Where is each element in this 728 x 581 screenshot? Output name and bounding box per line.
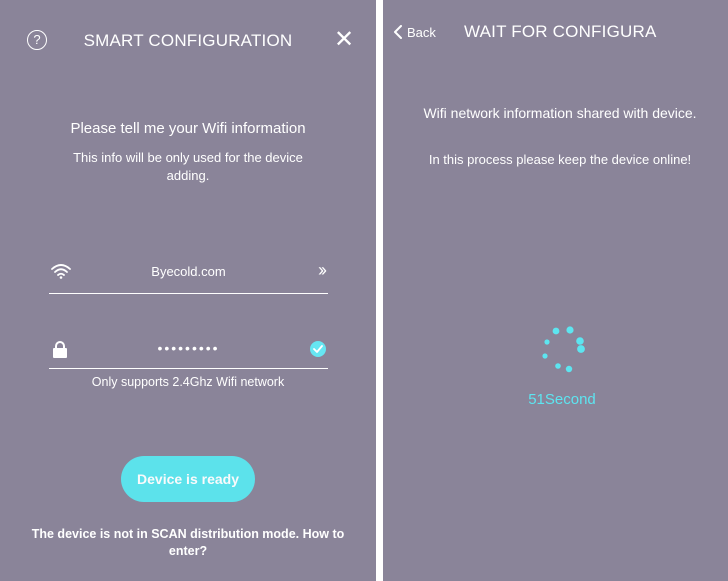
smart-configuration-screen: ? SMART CONFIGURATION ✕ Please tell me y…	[0, 0, 376, 581]
wifi-ssid: Byecold.com	[151, 264, 226, 279]
scan-mode-help-link[interactable]: The device is not in SCAN distribution m…	[16, 526, 360, 560]
lock-icon	[53, 341, 67, 358]
loading-spinner-icon	[542, 326, 585, 373]
keep-online-message: In this process please keep the device o…	[428, 152, 692, 167]
back-button[interactable]: Back	[393, 22, 436, 42]
check-icon	[310, 341, 326, 357]
wait-for-configuration-screen: Back WAIT FOR CONFIGURA Wifi network inf…	[383, 0, 728, 581]
chevron-right-double-icon[interactable]: ››	[318, 259, 327, 281]
shared-message: Wifi network information shared with dev…	[423, 105, 697, 121]
device-ready-button[interactable]: Device is ready	[121, 456, 255, 502]
page-title: SMART CONFIGURATION	[83, 31, 293, 50]
back-label: Back	[407, 24, 436, 40]
wifi-select-row[interactable]: Byecold.com ››	[49, 256, 328, 294]
countdown-timer: 51Second	[528, 391, 596, 408]
password-row	[49, 333, 328, 369]
intro-title: Please tell me your Wifi information	[70, 120, 306, 137]
chevron-left-icon	[394, 25, 402, 39]
help-icon[interactable]: ?	[27, 30, 47, 50]
wifi-support-note: Only supports 2.4Ghz Wifi network	[91, 375, 285, 389]
page-title: WAIT FOR CONFIGURA	[464, 22, 657, 41]
password-field[interactable]	[109, 340, 268, 356]
intro-description: This info will be only used for the devi…	[73, 150, 303, 183]
wifi-icon	[51, 264, 71, 279]
close-icon[interactable]: ✕	[334, 28, 354, 52]
